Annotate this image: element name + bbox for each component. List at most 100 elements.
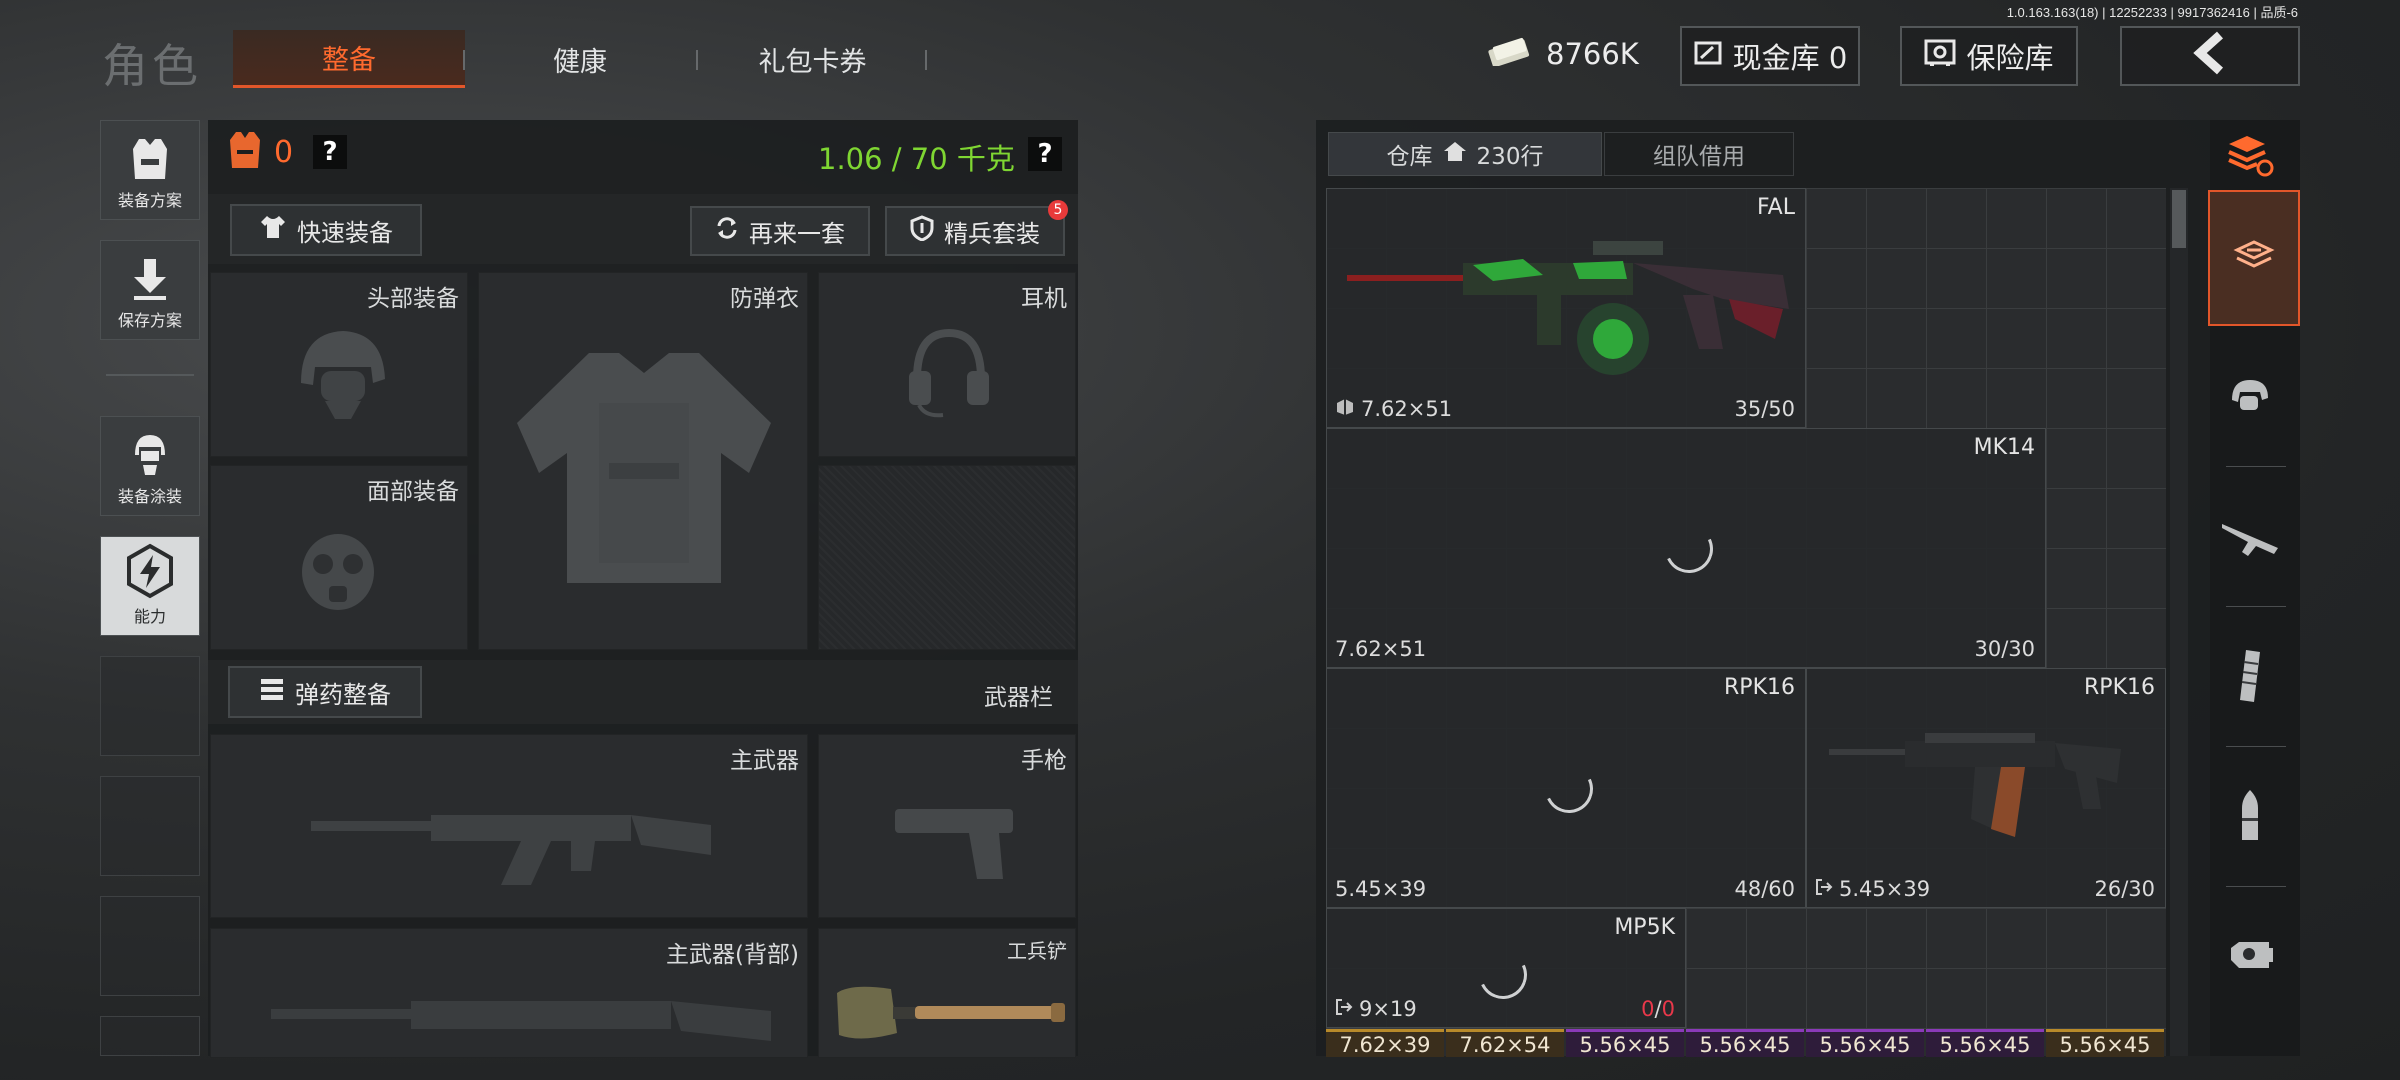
helmet-silhouette-icon <box>281 313 401 437</box>
inventory-item-rpk16[interactable]: RPK16 5.45×39 48/60 <box>1326 668 1806 908</box>
helmet-icon[interactable] <box>2210 356 2290 436</box>
magazine-icon[interactable] <box>2210 636 2290 716</box>
weight-help-icon[interactable]: ? <box>1028 137 1062 171</box>
inventory-scrollbar[interactable] <box>2170 188 2188 1056</box>
item-caliber: 7.62×51 <box>1335 397 1452 421</box>
ammo-chip[interactable]: 5.56×45 <box>1926 1029 2044 1057</box>
save-preset-button[interactable]: 保存方案 <box>100 240 200 340</box>
page-title: 角色 <box>102 39 202 93</box>
inventory-item-rpk16[interactable]: RPK16 5.45×39 26/30 <box>1806 668 2166 908</box>
item-ammo-count: 30/30 <box>1974 637 2035 661</box>
armor-vest-silhouette-icon <box>509 343 779 597</box>
safe-vault-label: 保险库 <box>1966 41 2054 75</box>
shovel-label: 工兵铲 <box>1007 939 1067 963</box>
back-button[interactable] <box>2120 26 2300 86</box>
pistol-label: 手枪 <box>1021 748 1067 774</box>
ammo-chip[interactable]: 5.56×45 <box>2046 1029 2164 1057</box>
skin-button[interactable]: 装备涂装 <box>100 416 200 516</box>
headset-label: 耳机 <box>1021 286 1067 312</box>
exit-arrow-icon <box>1815 877 1833 901</box>
all-items-icon[interactable] <box>2210 116 2290 196</box>
armor-vest-icon <box>226 130 264 174</box>
weapon-bar-label: 武器栏 <box>984 685 1053 711</box>
tab-loadout[interactable]: 整备 <box>233 30 465 88</box>
warehouse-rows: 230行 <box>1476 144 1544 170</box>
headset-silhouette-icon <box>899 321 999 425</box>
tab-warehouse[interactable]: 仓库 230行 <box>1328 132 1602 176</box>
reroll-label: 再来一套 <box>749 219 845 248</box>
primary-back-weapon-label: 主武器(背部) <box>666 942 799 968</box>
fal-rifle-icon <box>1343 219 1793 403</box>
head-gear-label: 头部装备 <box>367 286 459 312</box>
shirt-icon <box>259 214 287 246</box>
rail-empty-slot <box>100 1016 200 1056</box>
gas-mask-silhouette-icon <box>293 528 383 622</box>
elite-kit-button[interactable]: 精兵套装 <box>885 206 1065 256</box>
reroll-button[interactable]: 再来一套 <box>690 206 870 256</box>
cash-vault-label: 现金库 0 <box>1732 41 1848 75</box>
ability-button[interactable]: 能力 <box>100 536 200 636</box>
armor-help-icon[interactable]: ? <box>313 135 348 169</box>
inventory-item-mk14[interactable]: MK14 7.62×51 30/30 <box>1326 428 2046 668</box>
body-armor-slot[interactable]: 防弹衣 <box>478 272 808 650</box>
bullet-icon[interactable] <box>2210 776 2290 856</box>
tab-divider <box>925 50 927 70</box>
item-ammo-count: 48/60 <box>1734 877 1795 901</box>
ammo-chip[interactable]: 7.62×39 <box>1326 1029 1444 1057</box>
home-icon <box>1443 140 1467 168</box>
skin-label: 装备涂装 <box>117 487 182 506</box>
rifle-back-silhouette-icon <box>261 985 781 1057</box>
quick-equip-button[interactable]: 快速装备 <box>230 204 422 256</box>
scrollbar-thumb[interactable] <box>2172 190 2186 248</box>
rpk16-rifle-icon <box>1825 719 2125 863</box>
cash-vault-button[interactable]: 现金库 0 <box>1680 26 1860 86</box>
ammo-box-icon <box>1335 397 1355 421</box>
loading-spinner-icon <box>1538 758 1600 820</box>
safe-vault-button[interactable]: 保险库 <box>1900 26 2078 86</box>
item-caliber: 5.45×39 <box>1815 877 1930 901</box>
ability-label: 能力 <box>133 607 166 626</box>
ammo-chip[interactable]: 7.62×54 <box>1446 1029 1564 1057</box>
safe-icon <box>1924 38 1956 75</box>
ammo-chip[interactable]: 5.56×45 <box>1566 1029 1684 1057</box>
rail-divider <box>106 374 194 376</box>
item-name: FAL <box>1757 195 1795 220</box>
loadout-preset-button[interactable]: 装备方案 <box>100 120 200 220</box>
item-name: RPK16 <box>1724 675 1795 700</box>
rifle-silhouette-icon <box>301 775 721 899</box>
version-info: 1.0.163.163(18) | 12252233 | 9917362416 … <box>2006 5 2298 20</box>
scope-icon[interactable] <box>2210 912 2290 992</box>
back-arrow-icon <box>2190 31 2230 82</box>
primary-back-weapon-slot[interactable]: 主武器(背部) <box>210 928 808 1058</box>
refresh-icon <box>715 216 739 246</box>
tab-health[interactable]: 健康 <box>470 30 690 88</box>
tab-gift-coupons[interactable]: 礼包卡券 <box>700 30 925 88</box>
rifle-icon[interactable] <box>2210 498 2290 578</box>
ammo-chip[interactable]: 5.56×45 <box>1686 1029 1804 1057</box>
ammo-chip[interactable]: 5.56×45 <box>1806 1029 1924 1057</box>
filter-divider <box>2226 746 2286 747</box>
warehouse-label: 仓库 <box>1386 144 1433 170</box>
face-gear-slot[interactable]: 面部装备 <box>210 465 468 650</box>
helmet-paint-icon <box>125 429 175 483</box>
item-name: RPK16 <box>2084 675 2155 700</box>
shield-icon <box>910 215 934 247</box>
inventory-item-mp5k[interactable]: MP5K 9×19 0/0 <box>1326 908 1686 1028</box>
shovel-slot[interactable]: 工兵铲 <box>818 928 1076 1058</box>
inventory-item-fal[interactable]: FAL 7.62×51 35/50 <box>1326 188 1806 428</box>
body-armor-label: 防弹衣 <box>730 286 799 312</box>
ammo-prep-button[interactable]: 弹药整备 <box>228 666 422 718</box>
headset-slot[interactable]: 耳机 <box>818 272 1076 457</box>
head-gear-slot[interactable]: 头部装备 <box>210 272 468 457</box>
pistol-slot[interactable]: 手枪 <box>818 734 1076 918</box>
face-gear-label: 面部装备 <box>367 479 459 505</box>
pistol-silhouette-icon <box>889 795 1019 889</box>
weight-readout: 1.06 / 70 千克 <box>818 142 1015 176</box>
primary-weapon-slot[interactable]: 主武器 <box>210 734 808 918</box>
tab-team-borrow[interactable]: 组队借用 <box>1604 132 1794 176</box>
ammo-stack-icon <box>259 676 285 708</box>
filter-selected-tab[interactable] <box>2208 190 2300 326</box>
loading-spinner-icon <box>1658 518 1720 580</box>
tab-divider <box>463 50 465 70</box>
filter-divider <box>2226 886 2286 887</box>
